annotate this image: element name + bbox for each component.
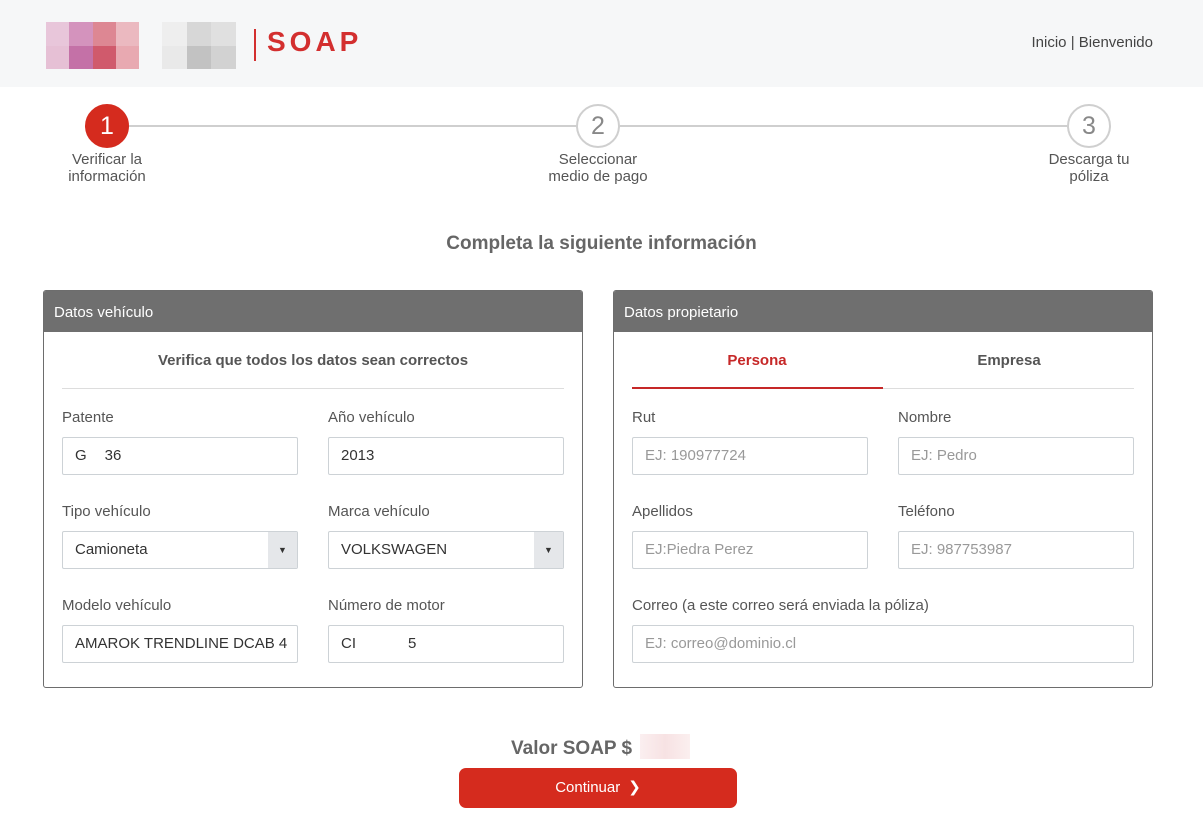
step-3-label: Descarga tu póliza (1048, 151, 1130, 185)
patente-label: Patente (62, 409, 114, 426)
telefono-label: Teléfono (898, 503, 955, 520)
tipo-select[interactable]: Camioneta ▼ (62, 531, 298, 569)
rut-input[interactable]: EJ: 190977724 (632, 437, 868, 475)
owner-panel-heading: Datos propietario (614, 291, 1152, 332)
nombre-input[interactable]: EJ: Pedro (898, 437, 1134, 475)
nombre-label: Nombre (898, 409, 952, 426)
page-title: Completa la siguiente información (446, 233, 757, 254)
apellidos-label: Apellidos (632, 503, 693, 520)
owner-data-panel: Datos propietario Persona Empresa Rut EJ… (613, 290, 1153, 688)
anio-label: Año vehículo (328, 409, 415, 426)
brand-logo-secondary-blurred (162, 22, 236, 69)
continue-button-label: Continuar (555, 779, 621, 796)
correo-label: Correo (a este correo será enviada la pó… (632, 597, 929, 614)
marca-select[interactable]: VOLKSWAGEN ▼ (328, 531, 564, 569)
verify-instruction: Verifica que todos los datos sean correc… (157, 352, 469, 369)
patente-value-start: G (75, 447, 87, 464)
apellidos-input[interactable]: EJ:Piedra Perez (632, 531, 868, 569)
step-1-label: Verificar la información (68, 151, 146, 185)
modelo-label: Modelo vehículo (62, 597, 172, 614)
chevron-down-icon[interactable]: ▼ (534, 532, 563, 568)
motor-input[interactable]: CI 5 (328, 625, 564, 663)
step-2-label: Seleccionar medio de pago (548, 151, 648, 185)
soap-logo-text: SOAP (267, 26, 363, 57)
telefono-input[interactable]: EJ: 987753987 (898, 531, 1134, 569)
stepper-line-2 (620, 125, 1067, 127)
tipo-label: Tipo vehículo (62, 503, 151, 520)
top-nav: Inicio | Bienvenido (1031, 34, 1153, 51)
correo-input[interactable]: EJ: correo@dominio.cl (632, 625, 1134, 663)
patente-redaction (86, 447, 105, 466)
step-1-circle: 1 (85, 104, 129, 148)
motor-value-start: CI (341, 635, 356, 652)
marca-select-value: VOLKSWAGEN (341, 541, 448, 558)
patente-input[interactable]: G 36 (62, 437, 298, 475)
tipo-select-value: Camioneta (75, 541, 148, 558)
top-header: SOAP Inicio | Bienvenido (0, 0, 1203, 87)
continue-button[interactable]: Continuar ❯ (459, 768, 737, 808)
anio-input[interactable]: 2013 (328, 437, 564, 475)
modelo-input[interactable]: AMAROK TRENDLINE DCAB 4 (62, 625, 298, 663)
nav-welcome-link[interactable]: Bienvenido (1079, 34, 1153, 51)
vehicle-panel-heading: Datos vehículo (44, 291, 582, 332)
soap-price-label: Valor SOAP $ (511, 738, 633, 759)
soap-price-value-blurred (640, 734, 690, 759)
stepper-line-1 (129, 125, 576, 127)
step-3-circle: 3 (1067, 104, 1111, 148)
vehicle-data-panel: Datos vehículo Verifica que todos los da… (43, 290, 583, 688)
chevron-right-icon: ❯ (628, 779, 641, 796)
motor-redaction (356, 635, 408, 654)
rut-label: Rut (632, 409, 656, 426)
active-tab-indicator (632, 387, 883, 389)
nav-home-link[interactable]: Inicio (1031, 34, 1066, 51)
marca-label: Marca vehículo (328, 503, 430, 520)
patente-value-end: 36 (104, 447, 122, 464)
nav-separator: | (1070, 34, 1075, 51)
logo-separator (254, 29, 256, 61)
brand-logo-blurred (46, 22, 139, 69)
tab-persona[interactable]: Persona (632, 352, 882, 369)
tab-empresa[interactable]: Empresa (884, 352, 1134, 369)
step-2-circle: 2 (576, 104, 620, 148)
motor-value-end: 5 (408, 635, 417, 652)
motor-label: Número de motor (328, 597, 445, 614)
vehicle-divider (62, 388, 564, 389)
chevron-down-icon[interactable]: ▼ (268, 532, 297, 568)
